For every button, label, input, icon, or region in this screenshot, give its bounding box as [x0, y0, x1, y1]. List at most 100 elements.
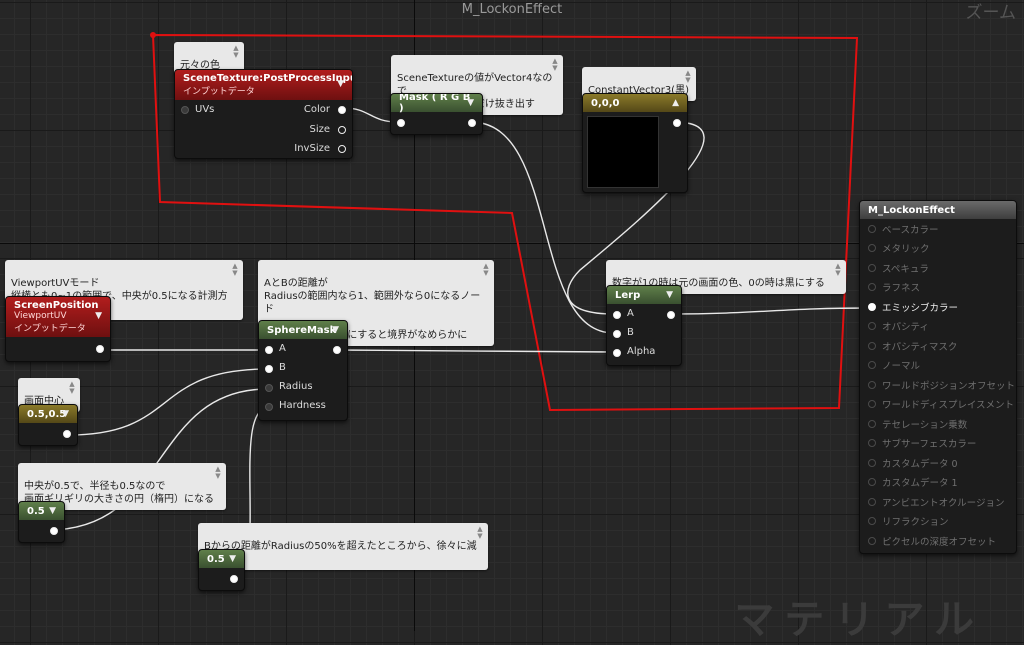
node-scene-texture[interactable]: SceneTexture:PostProcessInput0 インプットデータ …	[174, 69, 353, 159]
wire-sphere-to-lerp-alpha	[333, 349, 615, 353]
result-pin-label: メタリック	[882, 244, 930, 256]
result-pin-icon[interactable]	[868, 536, 876, 545]
collapse-arrow-icon[interactable]: ▼	[666, 290, 673, 300]
result-pin-label: スペキュラ	[882, 263, 929, 275]
result-pin-icon[interactable]	[868, 497, 876, 506]
watermark: マテリアル	[734, 597, 984, 643]
node-constant-vector3[interactable]: 0,0,0 ▲	[582, 93, 688, 193]
pin-label-uvs: UVs	[195, 104, 215, 115]
pin-sphere-out[interactable]	[333, 346, 341, 354]
result-pin-label: ノーマル	[882, 361, 921, 373]
pin-lerp-b[interactable]	[613, 330, 621, 338]
pin-screenpos-out[interactable]	[96, 345, 104, 353]
pin-sphere-radius[interactable]	[265, 384, 273, 392]
result-pin-row[interactable]: リフラクション	[860, 512, 1016, 532]
result-pin-icon[interactable]	[868, 302, 876, 311]
node-subtitle-mode: ViewportUV	[14, 311, 67, 321]
result-pin-label: リフラクション	[882, 517, 949, 529]
pin-invsize-out[interactable]	[338, 145, 346, 153]
pin-sphere-a[interactable]	[265, 346, 273, 354]
pin-size-out[interactable]	[338, 126, 346, 134]
result-pin-icon[interactable]	[868, 283, 876, 292]
result-pin-label: ワールドポジションオフセット	[882, 380, 1016, 392]
result-pin-icon[interactable]	[868, 224, 876, 233]
result-pin-row[interactable]: オパシティマスク	[860, 336, 1016, 356]
node-title: Lerp	[615, 289, 641, 301]
result-pin-icon[interactable]	[868, 439, 876, 448]
result-pin-row[interactable]: オパシティ	[860, 317, 1016, 337]
pin-constant3-out[interactable]	[673, 119, 681, 127]
node-title: 0.5	[207, 553, 225, 565]
zoom-label: ズーム	[965, 3, 1017, 23]
collapse-arrow-icon[interactable]: ▼	[467, 98, 474, 108]
result-pin-icon[interactable]	[868, 263, 876, 272]
result-pin-icon[interactable]	[868, 458, 876, 467]
result-pin-label: サブサーフェスカラー	[882, 439, 977, 451]
result-pin-row[interactable]: メタリック	[860, 239, 1016, 259]
node-mask[interactable]: Mask ( R G B ) ▼	[390, 93, 483, 135]
result-pin-row[interactable]: エミッシブカラー	[860, 297, 1016, 317]
node-lerp[interactable]: Lerp ▼ A B Alpha	[606, 285, 682, 366]
collapse-arrow-icon[interactable]: ▼	[332, 325, 339, 335]
result-pin-icon[interactable]	[868, 517, 876, 526]
result-pin-label: アンビエントオクルージョン	[882, 497, 1005, 509]
pin-color-out[interactable]	[338, 106, 346, 114]
result-pin-row[interactable]: アンビエントオクルージョン	[860, 492, 1016, 512]
result-pin-icon[interactable]	[868, 341, 876, 350]
wire-center-to-sphere-b	[67, 368, 269, 436]
pin-sphere-b[interactable]	[265, 365, 273, 373]
pin-hardness-out[interactable]	[230, 575, 238, 583]
result-pin-label: カスタムデータ 0	[882, 458, 958, 470]
node-hardness-constant[interactable]: 0.5 ▼	[198, 549, 245, 591]
node-sphere-mask[interactable]: SphereMask ▼ A B Radius Hardness	[258, 320, 348, 421]
pin-mask-out[interactable]	[468, 119, 476, 127]
result-pin-icon[interactable]	[868, 322, 876, 331]
pin-center-out[interactable]	[63, 430, 71, 438]
pin-lerp-a[interactable]	[613, 311, 621, 319]
result-pin-icon[interactable]	[868, 244, 876, 253]
node-title: SceneTexture:PostProcessInput0	[183, 73, 353, 84]
pin-label-color: Color	[303, 104, 330, 115]
result-pin-row[interactable]: ピクセルの深度オフセット	[860, 531, 1016, 551]
collapse-arrow-icon[interactable]: ▼	[49, 506, 56, 516]
pin-lerp-alpha[interactable]	[613, 349, 621, 357]
result-pin-icon[interactable]	[868, 380, 876, 389]
pin-sphere-hardness[interactable]	[265, 403, 273, 411]
result-pin-icon[interactable]	[868, 419, 876, 428]
result-pin-row[interactable]: カスタムデータ 0	[860, 453, 1016, 473]
result-pin-row[interactable]: スペキュラ	[860, 258, 1016, 278]
result-pin-row[interactable]: ワールドポジションオフセット	[860, 375, 1016, 395]
collapse-arrow-icon[interactable]: ▼	[337, 79, 344, 89]
pin-label-b: B	[627, 327, 634, 338]
pin-mask-in[interactable]	[397, 119, 405, 127]
pin-label-size: Size	[309, 124, 330, 135]
node-center-constant[interactable]: 0.5,0.5 ▼	[18, 404, 78, 446]
result-pin-icon[interactable]	[868, 400, 876, 409]
collapse-arrow-icon[interactable]: ▼	[95, 311, 102, 321]
result-pin-row[interactable]: ワールドディスプレイスメント	[860, 395, 1016, 415]
node-radius-constant[interactable]: 0.5 ▼	[18, 501, 65, 543]
result-pin-icon[interactable]	[868, 478, 876, 487]
result-pin-row[interactable]: テセレーション乗数	[860, 414, 1016, 434]
pin-uvs-in[interactable]	[181, 106, 189, 114]
collapse-arrow-icon[interactable]: ▼	[229, 554, 236, 564]
result-pin-label: エミッシブカラー	[882, 302, 959, 314]
pin-lerp-out[interactable]	[667, 311, 675, 319]
pin-label-invsize: InvSize	[294, 143, 330, 154]
result-pin-label: オパシティ	[882, 322, 929, 334]
result-pin-label: ラフネス	[882, 283, 921, 295]
pin-label-a: A	[627, 308, 634, 319]
node-screen-position[interactable]: ScreenPosition ViewportUV インプットデータ ▼	[5, 296, 111, 362]
result-pin-row[interactable]: サブサーフェスカラー	[860, 434, 1016, 454]
result-pin-row[interactable]: ノーマル	[860, 356, 1016, 376]
node-material-result[interactable]: M_LockonEffect ベースカラー メタリック スペキュラ ラフネス エミッシブ…	[859, 200, 1017, 554]
result-pin-icon[interactable]	[868, 361, 876, 370]
result-pin-row[interactable]: カスタムデータ 1	[860, 473, 1016, 493]
node-title: 0,0,0	[591, 97, 620, 109]
pin-radius-out[interactable]	[50, 527, 58, 535]
collapse-arrow-icon[interactable]: ▼	[62, 409, 69, 419]
result-pin-row[interactable]: ラフネス	[860, 278, 1016, 298]
color-preview	[587, 116, 659, 188]
collapse-arrow-icon[interactable]: ▲	[672, 98, 679, 108]
result-pin-row[interactable]: ベースカラー	[860, 219, 1016, 239]
